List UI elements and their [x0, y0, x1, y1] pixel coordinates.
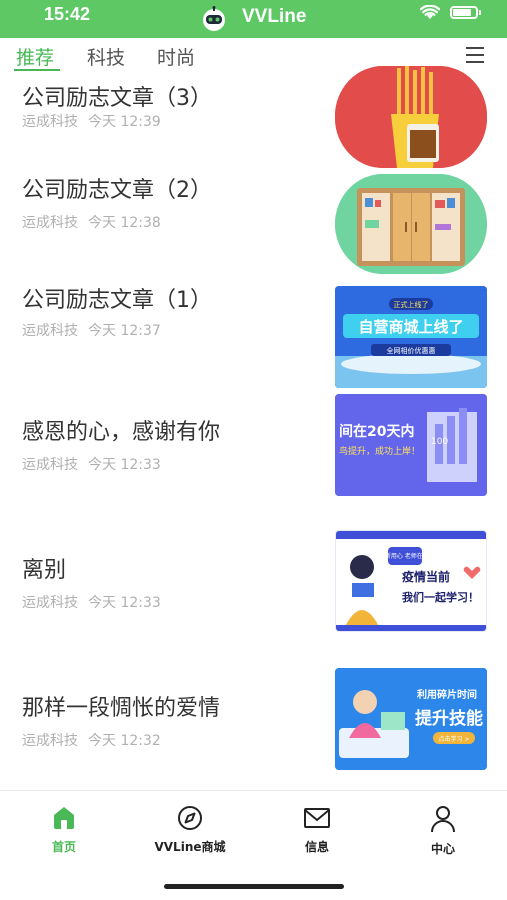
article-time: 今天 12:32 — [88, 733, 161, 749]
article-time: 今天 12:33 — [88, 595, 161, 611]
thumb-text: 100 — [431, 437, 448, 447]
article-item[interactable]: 公司励志文章（1） 运成科技 今天 12:37 正式上线了 自营商城上线了 全网相… — [0, 276, 507, 388]
thumb-text: 自营商城上线了 — [358, 318, 463, 336]
thumb-text: 新用心 老师在! — [385, 552, 425, 560]
home-indicator — [164, 884, 344, 889]
nav-home[interactable]: 首页 — [4, 805, 124, 855]
nav-label: 中心 — [430, 842, 455, 856]
nav-label: VVLine商城 — [154, 840, 226, 854]
article-meta: 运成科技 今天 12:39 — [22, 111, 161, 131]
menu-icon[interactable] — [466, 47, 486, 63]
nav-messages[interactable]: 信息 — [257, 805, 377, 855]
nav-mall[interactable]: VVLine商城 — [130, 805, 250, 855]
article-meta: 运成科技 今天 12:38 — [22, 212, 161, 232]
article-meta: 运成科技 今天 12:37 — [22, 320, 161, 340]
article-time: 今天 12:39 — [88, 114, 161, 130]
article-thumbnail: 100 间在20天内 鸟提升，成功上岸！ — [335, 394, 487, 496]
home-icon — [54, 807, 74, 829]
article-source: 运成科技 — [22, 457, 78, 473]
nav-label: 首页 — [51, 840, 76, 854]
robot-logo-icon — [203, 6, 225, 31]
wifi-icon — [420, 5, 440, 19]
article-thumbnail — [335, 66, 487, 168]
article-time: 今天 12:37 — [88, 323, 161, 339]
thumb-text: 正式上线了 — [394, 300, 429, 309]
thumb-text: 疫情当前 — [402, 569, 450, 584]
article-title: 公司励志文章（2） — [22, 178, 212, 203]
thumb-text: 点击学习 > — [439, 735, 470, 743]
thumb-text: 间在20天内 — [339, 423, 414, 440]
compass-icon — [178, 806, 202, 830]
article-meta: 运成科技 今天 12:32 — [22, 730, 161, 750]
app-title: VVLine — [242, 6, 307, 27]
article-source: 运成科技 — [22, 733, 78, 749]
nav-center[interactable]: 中心 — [383, 805, 503, 857]
mail-icon — [304, 808, 330, 828]
article-title: 公司励志文章（1） — [22, 288, 212, 313]
thumb-text: 我们一起学习！ — [402, 590, 479, 604]
article-thumbnail: 正式上线了 自营商城上线了 全网相价优惠惠 — [335, 286, 487, 388]
status-bar: 15:42 VVLine — [0, 0, 507, 38]
cabinet-illustration-icon — [335, 174, 487, 274]
article-item[interactable]: 感恩的心，感谢有你 运成科技 今天 12:33 100 间在20天内 鸟提升，成功… — [0, 388, 507, 508]
thumb-text: 提升技能 — [415, 708, 483, 729]
article-item[interactable]: 公司励志文章（2） 运成科技 今天 12:38 — [0, 166, 507, 276]
status-time: 15:42 — [44, 4, 91, 24]
fries-illustration-icon — [335, 66, 487, 168]
article-title: 离别 — [22, 558, 67, 583]
article-time: 今天 12:38 — [88, 215, 161, 231]
article-time: 今天 12:33 — [88, 457, 161, 473]
article-title: 公司励志文章（3） — [22, 86, 212, 111]
article-thumbnail: 利用碎片时间 提升技能 点击学习 > — [335, 668, 487, 770]
article-source: 运成科技 — [22, 323, 78, 339]
thumb-text: 利用碎片时间 — [417, 688, 477, 701]
article-meta: 运成科技 今天 12:33 — [22, 592, 161, 612]
thumb-text: 鸟提升，成功上岸！ — [339, 445, 420, 457]
article-source: 运成科技 — [22, 215, 78, 231]
article-meta: 运成科技 今天 12:33 — [22, 454, 161, 474]
battery-icon — [450, 6, 481, 19]
article-title: 那样一段惆怅的爱情 — [22, 696, 221, 721]
article-item[interactable]: 那样一段惆怅的爱情 运成科技 今天 12:32 利用碎片时间 提升技能 点击学习 … — [0, 666, 507, 776]
article-item[interactable]: 离别 运成科技 今天 12:33 新用心 老师在! 疫情当前 我们一起学习！ — [0, 528, 507, 638]
article-source: 运成科技 — [22, 114, 78, 130]
article-source: 运成科技 — [22, 595, 78, 611]
article-thumbnail: 新用心 老师在! 疫情当前 我们一起学习！ — [335, 530, 487, 632]
thumb-text: 全网相价优惠惠 — [387, 346, 436, 355]
person-icon — [431, 806, 455, 833]
article-title: 感恩的心，感谢有你 — [22, 420, 221, 445]
article-item[interactable]: 公司励志文章（3） 运成科技 今天 12:39 — [0, 66, 507, 168]
nav-label: 信息 — [304, 840, 329, 854]
article-thumbnail — [335, 174, 487, 274]
